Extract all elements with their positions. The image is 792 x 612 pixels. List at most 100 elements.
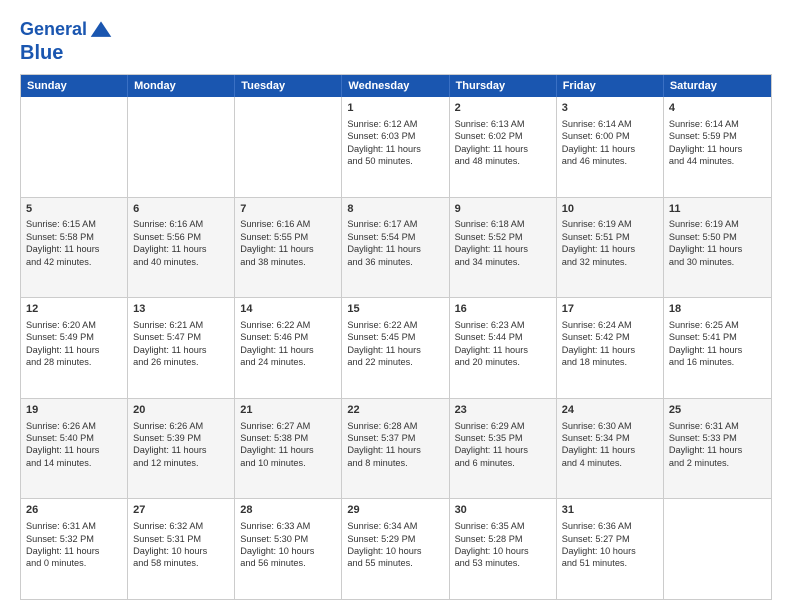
day-info-line: Daylight: 11 hours xyxy=(562,344,658,356)
day-info-line: Sunrise: 6:16 AM xyxy=(133,218,229,230)
day-info-line: and 55 minutes. xyxy=(347,557,443,569)
day-info-line: Sunrise: 6:36 AM xyxy=(562,520,658,532)
page-header: General Blue xyxy=(20,18,772,64)
day-number: 17 xyxy=(562,302,658,317)
day-info-line: and 36 minutes. xyxy=(347,256,443,268)
day-info-line: Sunset: 5:50 PM xyxy=(669,231,766,243)
cal-cell-2-2: 14Sunrise: 6:22 AMSunset: 5:46 PMDayligh… xyxy=(235,298,342,398)
day-info-line: Sunrise: 6:19 AM xyxy=(669,218,766,230)
day-info-line: Sunrise: 6:31 AM xyxy=(669,420,766,432)
calendar-header: SundayMondayTuesdayWednesdayThursdayFrid… xyxy=(21,75,771,97)
day-number: 20 xyxy=(133,403,229,418)
day-info-line: Daylight: 10 hours xyxy=(240,545,336,557)
day-number: 11 xyxy=(669,202,766,217)
col-header-friday: Friday xyxy=(557,75,664,97)
day-info-line: Sunset: 5:35 PM xyxy=(455,432,551,444)
day-info-line: and 24 minutes. xyxy=(240,356,336,368)
cal-cell-3-3: 22Sunrise: 6:28 AMSunset: 5:37 PMDayligh… xyxy=(342,399,449,499)
day-info-line: Sunrise: 6:21 AM xyxy=(133,319,229,331)
day-info-line: Daylight: 11 hours xyxy=(455,143,551,155)
day-info-line: Daylight: 11 hours xyxy=(133,344,229,356)
logo-text-general: General xyxy=(20,20,87,40)
cal-cell-2-4: 16Sunrise: 6:23 AMSunset: 5:44 PMDayligh… xyxy=(450,298,557,398)
logo-text-blue: Blue xyxy=(20,42,63,64)
day-info-line: and 38 minutes. xyxy=(240,256,336,268)
cal-cell-4-2: 28Sunrise: 6:33 AMSunset: 5:30 PMDayligh… xyxy=(235,499,342,599)
day-info-line: and 6 minutes. xyxy=(455,457,551,469)
calendar-row-2: 12Sunrise: 6:20 AMSunset: 5:49 PMDayligh… xyxy=(21,297,771,398)
day-number: 9 xyxy=(455,202,551,217)
day-info-line: and 30 minutes. xyxy=(669,256,766,268)
day-info-line: Sunset: 5:31 PM xyxy=(133,533,229,545)
day-info-line: and 44 minutes. xyxy=(669,155,766,167)
cal-cell-1-1: 6Sunrise: 6:16 AMSunset: 5:56 PMDaylight… xyxy=(128,198,235,298)
day-number: 16 xyxy=(455,302,551,317)
day-info-line: Daylight: 11 hours xyxy=(347,444,443,456)
day-info-line: Sunset: 5:33 PM xyxy=(669,432,766,444)
day-info-line: Sunrise: 6:24 AM xyxy=(562,319,658,331)
day-number: 7 xyxy=(240,202,336,217)
day-info-line: Sunrise: 6:17 AM xyxy=(347,218,443,230)
day-info-line: and 8 minutes. xyxy=(347,457,443,469)
day-info-line: and 50 minutes. xyxy=(347,155,443,167)
day-info-line: and 10 minutes. xyxy=(240,457,336,469)
day-number: 5 xyxy=(26,202,122,217)
cal-cell-1-2: 7Sunrise: 6:16 AMSunset: 5:55 PMDaylight… xyxy=(235,198,342,298)
cal-cell-2-6: 18Sunrise: 6:25 AMSunset: 5:41 PMDayligh… xyxy=(664,298,771,398)
day-info-line: Sunrise: 6:25 AM xyxy=(669,319,766,331)
day-number: 15 xyxy=(347,302,443,317)
day-info-line: Daylight: 11 hours xyxy=(455,444,551,456)
day-info-line: Sunrise: 6:13 AM xyxy=(455,118,551,130)
day-info-line: Sunset: 5:41 PM xyxy=(669,331,766,343)
day-info-line: Daylight: 11 hours xyxy=(133,444,229,456)
day-info-line: and 18 minutes. xyxy=(562,356,658,368)
day-info-line: and 53 minutes. xyxy=(455,557,551,569)
calendar-row-1: 5Sunrise: 6:15 AMSunset: 5:58 PMDaylight… xyxy=(21,197,771,298)
col-header-saturday: Saturday xyxy=(664,75,771,97)
day-number: 8 xyxy=(347,202,443,217)
day-info-line: Sunrise: 6:23 AM xyxy=(455,319,551,331)
day-info-line: Sunrise: 6:34 AM xyxy=(347,520,443,532)
day-info-line: Sunset: 5:54 PM xyxy=(347,231,443,243)
day-info-line: Sunset: 5:39 PM xyxy=(133,432,229,444)
day-number: 10 xyxy=(562,202,658,217)
cal-cell-0-6: 4Sunrise: 6:14 AMSunset: 5:59 PMDaylight… xyxy=(664,97,771,197)
calendar-page: General Blue SundayMondayTuesdayWednesda… xyxy=(0,0,792,612)
cal-cell-3-5: 24Sunrise: 6:30 AMSunset: 5:34 PMDayligh… xyxy=(557,399,664,499)
day-info-line: Sunrise: 6:35 AM xyxy=(455,520,551,532)
cal-cell-0-2 xyxy=(235,97,342,197)
day-info-line: Sunrise: 6:26 AM xyxy=(26,420,122,432)
cal-cell-4-6 xyxy=(664,499,771,599)
day-info-line: Daylight: 11 hours xyxy=(562,243,658,255)
day-info-line: Sunrise: 6:22 AM xyxy=(347,319,443,331)
day-info-line: and 20 minutes. xyxy=(455,356,551,368)
day-info-line: Sunrise: 6:27 AM xyxy=(240,420,336,432)
day-number: 23 xyxy=(455,403,551,418)
day-info-line: and 12 minutes. xyxy=(133,457,229,469)
day-info-line: Sunset: 5:34 PM xyxy=(562,432,658,444)
cal-cell-2-0: 12Sunrise: 6:20 AMSunset: 5:49 PMDayligh… xyxy=(21,298,128,398)
cal-cell-2-1: 13Sunrise: 6:21 AMSunset: 5:47 PMDayligh… xyxy=(128,298,235,398)
day-info-line: Daylight: 11 hours xyxy=(347,143,443,155)
day-number: 1 xyxy=(347,101,443,116)
day-number: 22 xyxy=(347,403,443,418)
day-info-line: Sunset: 5:45 PM xyxy=(347,331,443,343)
col-header-monday: Monday xyxy=(128,75,235,97)
day-info-line: Sunset: 5:46 PM xyxy=(240,331,336,343)
day-info-line: Daylight: 10 hours xyxy=(347,545,443,557)
day-number: 4 xyxy=(669,101,766,116)
cal-cell-1-5: 10Sunrise: 6:19 AMSunset: 5:51 PMDayligh… xyxy=(557,198,664,298)
day-info-line: Sunrise: 6:12 AM xyxy=(347,118,443,130)
col-header-tuesday: Tuesday xyxy=(235,75,342,97)
day-info-line: Daylight: 11 hours xyxy=(133,243,229,255)
calendar-body: 1Sunrise: 6:12 AMSunset: 6:03 PMDaylight… xyxy=(21,97,771,599)
day-number: 31 xyxy=(562,503,658,518)
cal-cell-3-4: 23Sunrise: 6:29 AMSunset: 5:35 PMDayligh… xyxy=(450,399,557,499)
day-info-line: Sunset: 5:55 PM xyxy=(240,231,336,243)
day-info-line: and 51 minutes. xyxy=(562,557,658,569)
day-info-line: and 32 minutes. xyxy=(562,256,658,268)
day-info-line: Daylight: 11 hours xyxy=(455,344,551,356)
day-info-line: Sunset: 5:37 PM xyxy=(347,432,443,444)
day-info-line: and 2 minutes. xyxy=(669,457,766,469)
cal-cell-2-5: 17Sunrise: 6:24 AMSunset: 5:42 PMDayligh… xyxy=(557,298,664,398)
